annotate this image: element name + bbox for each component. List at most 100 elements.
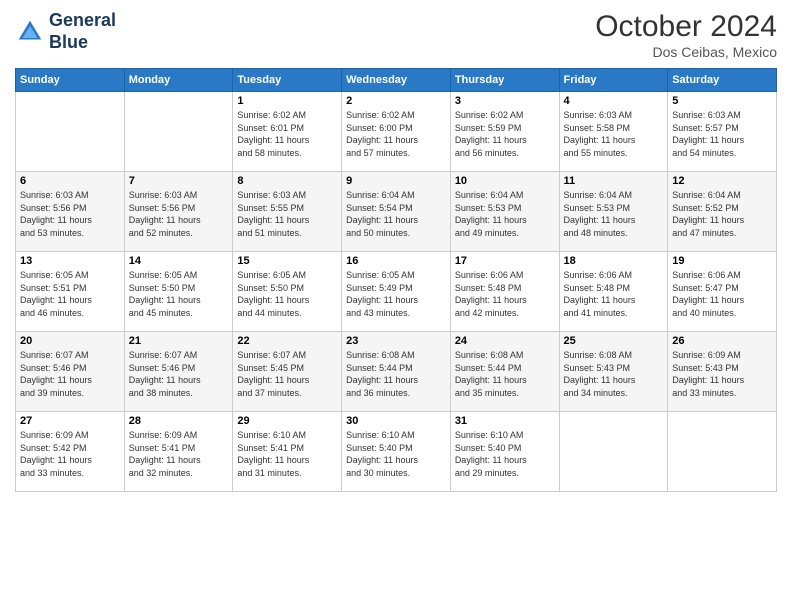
day-number: 3 <box>455 95 555 107</box>
calendar-cell: 5 Sunrise: 6:03 AM Sunset: 5:57 PM Daylig… <box>668 92 777 172</box>
day-number: 27 <box>20 415 120 427</box>
day-number: 4 <box>564 95 664 107</box>
day-content: Sunrise: 6:03 AM Sunset: 5:56 PM Dayligh… <box>20 189 120 239</box>
calendar-cell: 26 Sunrise: 6:09 AM Sunset: 5:43 PM Dayli… <box>668 332 777 412</box>
week-row-3: 13Sunrise: 6:05 AM Sunset: 5:51 PM Dayli… <box>16 252 777 332</box>
day-content: Sunrise: 6:04 AM Sunset: 5:52 PM Dayligh… <box>672 189 772 239</box>
calendar-cell: 6 Sunrise: 6:03 AM Sunset: 5:56 PM Daylig… <box>16 172 125 252</box>
calendar-cell: 13Sunrise: 6:05 AM Sunset: 5:51 PM Dayli… <box>16 252 125 332</box>
day-number: 5 <box>672 95 772 107</box>
day-content: Sunrise: 6:03 AM Sunset: 5:56 PM Dayligh… <box>129 189 229 239</box>
day-number: 21 <box>129 335 229 347</box>
day-content: Sunrise: 6:08 AM Sunset: 5:44 PM Dayligh… <box>455 349 555 399</box>
day-content: Sunrise: 6:09 AM Sunset: 5:42 PM Dayligh… <box>20 429 120 479</box>
calendar-cell <box>124 92 233 172</box>
day-number: 11 <box>564 175 664 187</box>
calendar-cell: 15 Sunrise: 6:05 AM Sunset: 5:50 PM Dayli… <box>233 252 342 332</box>
day-content: Sunrise: 6:05 AM Sunset: 5:50 PM Dayligh… <box>129 269 229 319</box>
day-content: Sunrise: 6:07 AM Sunset: 5:46 PM Dayligh… <box>129 349 229 399</box>
day-number: 17 <box>455 255 555 267</box>
day-number: 14 <box>129 255 229 267</box>
day-content: Sunrise: 6:05 AM Sunset: 5:51 PM Dayligh… <box>20 269 120 319</box>
logo-icon <box>15 17 45 47</box>
day-content: Sunrise: 6:02 AM Sunset: 6:00 PM Dayligh… <box>346 109 446 159</box>
day-content: Sunrise: 6:08 AM Sunset: 5:43 PM Dayligh… <box>564 349 664 399</box>
day-content: Sunrise: 6:10 AM Sunset: 5:41 PM Dayligh… <box>237 429 337 479</box>
logo-line1: General <box>49 10 116 32</box>
week-row-1: 1Sunrise: 6:02 AM Sunset: 6:01 PM Daylig… <box>16 92 777 172</box>
week-row-2: 6 Sunrise: 6:03 AM Sunset: 5:56 PM Daylig… <box>16 172 777 252</box>
day-content: Sunrise: 6:03 AM Sunset: 5:55 PM Dayligh… <box>237 189 337 239</box>
day-number: 23 <box>346 335 446 347</box>
weekday-header-saturday: Saturday <box>668 69 777 92</box>
month-title: October 2024 <box>595 10 777 44</box>
day-content: Sunrise: 6:06 AM Sunset: 5:48 PM Dayligh… <box>455 269 555 319</box>
calendar-cell: 18Sunrise: 6:06 AM Sunset: 5:48 PM Dayli… <box>559 252 668 332</box>
day-number: 10 <box>455 175 555 187</box>
calendar-cell: 31 Sunrise: 6:10 AM Sunset: 5:40 PM Dayli… <box>450 412 559 492</box>
day-content: Sunrise: 6:09 AM Sunset: 5:41 PM Dayligh… <box>129 429 229 479</box>
day-content: Sunrise: 6:06 AM Sunset: 5:48 PM Dayligh… <box>564 269 664 319</box>
calendar-cell: 28Sunrise: 6:09 AM Sunset: 5:41 PM Dayli… <box>124 412 233 492</box>
calendar-cell: 24 Sunrise: 6:08 AM Sunset: 5:44 PM Dayli… <box>450 332 559 412</box>
day-content: Sunrise: 6:09 AM Sunset: 5:43 PM Dayligh… <box>672 349 772 399</box>
weekday-header-monday: Monday <box>124 69 233 92</box>
day-number: 8 <box>237 175 337 187</box>
logo: General Blue <box>15 10 116 53</box>
title-section: October 2024 Dos Ceibas, Mexico <box>595 10 777 60</box>
day-number: 26 <box>672 335 772 347</box>
calendar-cell <box>16 92 125 172</box>
calendar-cell: 19 Sunrise: 6:06 AM Sunset: 5:47 PM Dayli… <box>668 252 777 332</box>
day-number: 19 <box>672 255 772 267</box>
logo-text: General Blue <box>49 10 116 53</box>
location: Dos Ceibas, Mexico <box>595 44 777 60</box>
day-content: Sunrise: 6:05 AM Sunset: 5:49 PM Dayligh… <box>346 269 446 319</box>
day-content: Sunrise: 6:10 AM Sunset: 5:40 PM Dayligh… <box>346 429 446 479</box>
weekday-header-tuesday: Tuesday <box>233 69 342 92</box>
calendar-cell: 10 Sunrise: 6:04 AM Sunset: 5:53 PM Dayli… <box>450 172 559 252</box>
calendar-cell: 2 Sunrise: 6:02 AM Sunset: 6:00 PM Daylig… <box>342 92 451 172</box>
day-number: 20 <box>20 335 120 347</box>
weekday-header-thursday: Thursday <box>450 69 559 92</box>
day-content: Sunrise: 6:04 AM Sunset: 5:53 PM Dayligh… <box>564 189 664 239</box>
day-number: 22 <box>237 335 337 347</box>
weekday-header-row: SundayMondayTuesdayWednesdayThursdayFrid… <box>16 69 777 92</box>
calendar-cell: 27 Sunrise: 6:09 AM Sunset: 5:42 PM Dayli… <box>16 412 125 492</box>
day-number: 15 <box>237 255 337 267</box>
day-content: Sunrise: 6:07 AM Sunset: 5:46 PM Dayligh… <box>20 349 120 399</box>
weekday-header-friday: Friday <box>559 69 668 92</box>
weekday-header-sunday: Sunday <box>16 69 125 92</box>
calendar-cell: 12 Sunrise: 6:04 AM Sunset: 5:52 PM Dayli… <box>668 172 777 252</box>
day-number: 1 <box>237 95 337 107</box>
day-content: Sunrise: 6:10 AM Sunset: 5:40 PM Dayligh… <box>455 429 555 479</box>
page-container: General Blue October 2024 Dos Ceibas, Me… <box>0 0 792 497</box>
day-number: 16 <box>346 255 446 267</box>
day-number: 2 <box>346 95 446 107</box>
calendar-cell: 1Sunrise: 6:02 AM Sunset: 6:01 PM Daylig… <box>233 92 342 172</box>
day-content: Sunrise: 6:05 AM Sunset: 5:50 PM Dayligh… <box>237 269 337 319</box>
calendar-cell: 29Sunrise: 6:10 AM Sunset: 5:41 PM Dayli… <box>233 412 342 492</box>
day-number: 6 <box>20 175 120 187</box>
calendar-cell: 22Sunrise: 6:07 AM Sunset: 5:45 PM Dayli… <box>233 332 342 412</box>
day-number: 24 <box>455 335 555 347</box>
calendar-cell <box>559 412 668 492</box>
calendar-cell: 21 Sunrise: 6:07 AM Sunset: 5:46 PM Dayli… <box>124 332 233 412</box>
day-content: Sunrise: 6:08 AM Sunset: 5:44 PM Dayligh… <box>346 349 446 399</box>
day-number: 9 <box>346 175 446 187</box>
week-row-5: 27 Sunrise: 6:09 AM Sunset: 5:42 PM Dayli… <box>16 412 777 492</box>
day-number: 12 <box>672 175 772 187</box>
calendar-cell: 11 Sunrise: 6:04 AM Sunset: 5:53 PM Dayli… <box>559 172 668 252</box>
day-content: Sunrise: 6:06 AM Sunset: 5:47 PM Dayligh… <box>672 269 772 319</box>
calendar-cell: 3 Sunrise: 6:02 AM Sunset: 5:59 PM Daylig… <box>450 92 559 172</box>
day-content: Sunrise: 6:02 AM Sunset: 5:59 PM Dayligh… <box>455 109 555 159</box>
day-number: 31 <box>455 415 555 427</box>
day-number: 30 <box>346 415 446 427</box>
day-content: Sunrise: 6:04 AM Sunset: 5:53 PM Dayligh… <box>455 189 555 239</box>
calendar-cell: 25Sunrise: 6:08 AM Sunset: 5:43 PM Dayli… <box>559 332 668 412</box>
calendar-cell: 7Sunrise: 6:03 AM Sunset: 5:56 PM Daylig… <box>124 172 233 252</box>
calendar-cell <box>668 412 777 492</box>
calendar-cell: 23 Sunrise: 6:08 AM Sunset: 5:44 PM Dayli… <box>342 332 451 412</box>
weekday-header-wednesday: Wednesday <box>342 69 451 92</box>
calendar-cell: 30 Sunrise: 6:10 AM Sunset: 5:40 PM Dayli… <box>342 412 451 492</box>
day-content: Sunrise: 6:03 AM Sunset: 5:57 PM Dayligh… <box>672 109 772 159</box>
